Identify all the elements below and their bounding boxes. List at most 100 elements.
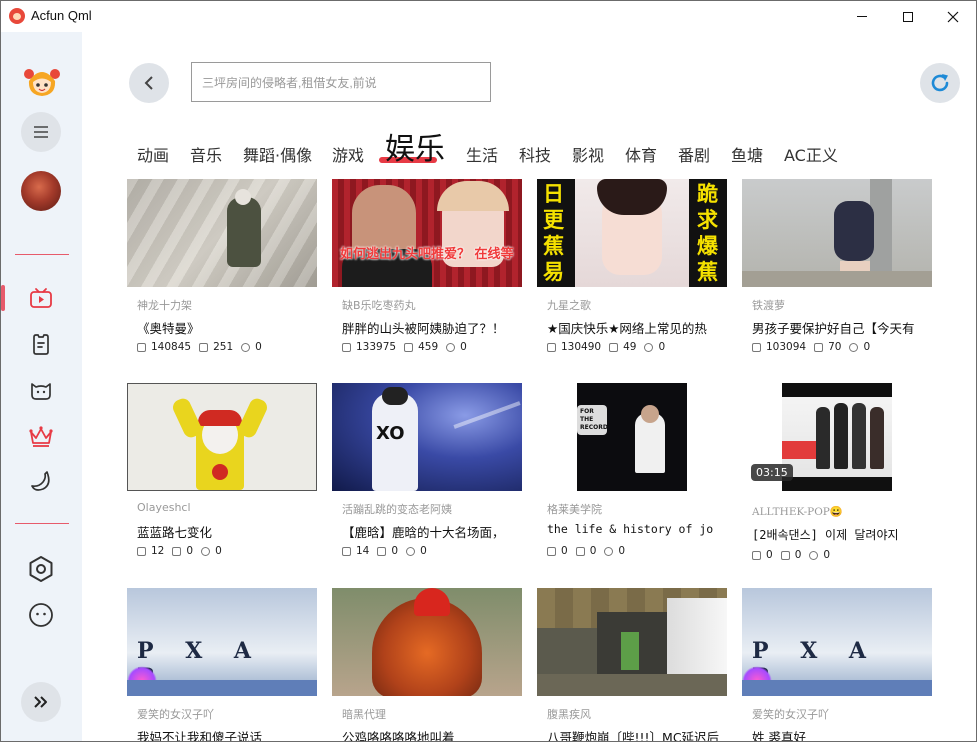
sidebar-item-bananas[interactable] <box>21 461 61 501</box>
minimize-button[interactable] <box>839 1 885 32</box>
views-icon <box>137 546 146 556</box>
sidebar-item-videos[interactable] <box>21 278 61 318</box>
video-card[interactable]: P X A R 爱笑的女汉子吖 姓 裘真好 <box>742 588 932 741</box>
video-card[interactable]: 腹黑疾风 八哥鞭炮崩〔哔!!!〕MC延迟后 <box>537 588 727 741</box>
views-icon <box>137 342 146 352</box>
video-thumbnail: XO <box>332 383 522 491</box>
tab-life[interactable]: 生活 <box>466 142 498 166</box>
views-count: 130490 <box>561 341 602 353</box>
video-title[interactable]: 姓 裘真好 <box>752 727 924 741</box>
tab-sports[interactable]: 体育 <box>625 142 657 166</box>
maximize-button[interactable] <box>885 1 931 32</box>
video-title[interactable]: 【鹿晗】鹿晗的十大名场面， <box>342 522 514 541</box>
chevron-left-icon <box>144 76 153 90</box>
menu-icon <box>34 126 48 138</box>
video-title[interactable]: ★国庆快乐★网络上常见的热 <box>547 318 719 337</box>
expand-sidebar-button[interactable] <box>21 682 61 722</box>
tab-music[interactable]: 音乐 <box>190 142 222 166</box>
video-uploader[interactable]: 爱笑的女汉子吖 <box>137 706 214 722</box>
views-count: 103094 <box>766 341 807 353</box>
comments-icon <box>814 342 824 352</box>
acfun-mascot-icon <box>24 69 60 96</box>
comments-count: 0 <box>589 545 597 557</box>
video-card[interactable]: XO 活蹦乱跳的变态老阿姨 【鹿晗】鹿晗的十大名场面， 14 0 0 <box>332 383 522 557</box>
video-card[interactable]: 铁渡萝 男孩子要保护好自己【今天有 103094 70 0 <box>742 179 932 353</box>
video-uploader[interactable]: 活蹦乱跳的变态老阿姨 <box>342 501 452 517</box>
video-uploader[interactable]: 神龙十力架 <box>137 297 192 313</box>
video-card[interactable]: 03:15 ALLTHEK-POP😀 [2배속댄스] 이제 달려야지 0 0 0 <box>742 383 932 561</box>
comments-count: 0 <box>186 545 194 557</box>
video-thumbnail: 日更蕉易 跪求爆蕉 <box>537 179 727 287</box>
cat-icon <box>31 383 51 400</box>
tab-entertainment[interactable]: 娱乐 <box>385 124 445 168</box>
video-uploader[interactable]: 铁渡萝 <box>752 297 785 313</box>
video-uploader[interactable]: 缺B乐吃枣药丸 <box>342 297 416 313</box>
video-title[interactable]: 男孩子要保护好自己【今天有 <box>752 318 924 337</box>
banana-count: 0 <box>658 341 666 353</box>
video-uploader[interactable]: 暗黑代理 <box>342 706 386 722</box>
video-card[interactable]: Olayeshcl 蓝蓝路七变化 12 0 0 <box>127 383 317 557</box>
tab-games[interactable]: 游戏 <box>332 142 364 166</box>
sidebar-item-ranking[interactable] <box>21 416 61 456</box>
video-title[interactable]: 蓝蓝路七变化 <box>137 522 309 541</box>
back-button[interactable] <box>129 63 169 103</box>
video-title[interactable]: the life & history of jo <box>547 522 719 536</box>
sidebar-item-articles[interactable] <box>21 324 61 364</box>
video-uploader[interactable]: Olayeshcl <box>137 501 191 514</box>
video-uploader[interactable]: ALLTHEK-POP😀 <box>752 505 843 518</box>
close-button[interactable] <box>930 1 976 32</box>
video-title[interactable]: 公鸡咯咯咯咯地叫着 <box>342 727 514 741</box>
tab-dance[interactable]: 舞蹈·偶像 <box>243 142 312 166</box>
views-icon <box>342 546 351 556</box>
banana-icon <box>31 471 50 491</box>
video-uploader[interactable]: 九星之歌 <box>547 297 591 313</box>
video-thumbnail: 如何逃出九头吧推爱？ 在线等 <box>332 179 522 287</box>
refresh-button[interactable] <box>920 63 960 103</box>
settings-button[interactable] <box>21 549 61 589</box>
window-title: Acfun Qml <box>31 8 92 23</box>
main-content: 三坪房间的侵略者,租借女友,前说 动画 音乐 舞蹈·偶像 游戏 娱乐 生活 科技… <box>82 32 976 741</box>
video-card[interactable]: 暗黑代理 公鸡咯咯咯咯地叫着 <box>332 588 522 741</box>
video-title[interactable]: 八哥鞭炮崩〔哔!!!〕MC延迟后 <box>547 727 719 741</box>
tab-fishpond[interactable]: 鱼塘 <box>731 142 763 166</box>
video-uploader[interactable]: 爱笑的女汉子吖 <box>752 706 829 722</box>
user-avatar[interactable] <box>21 171 61 211</box>
tab-bangumi[interactable]: 番剧 <box>678 142 710 166</box>
tab-movies[interactable]: 影视 <box>572 142 604 166</box>
banana-count-icon <box>446 342 456 352</box>
thumbnail-caption-left: 日更蕉易 <box>543 182 564 284</box>
app-window: Acfun Qml 三坪房间的侵略者,租借女友,前说 动画 音乐 舞蹈·偶像 游… <box>0 0 977 742</box>
sidebar-item-follow[interactable] <box>21 370 61 410</box>
tab-animation[interactable]: 动画 <box>137 142 169 166</box>
comments-icon <box>404 342 414 352</box>
about-button[interactable] <box>21 595 61 635</box>
video-uploader[interactable]: 格莱美学院 <box>547 501 602 517</box>
banana-count: 0 <box>255 341 262 353</box>
menu-button[interactable] <box>21 112 61 152</box>
tab-ac-justice[interactable]: AC正义 <box>784 142 838 166</box>
video-title[interactable]: 胖胖的山头被阿姨胁迫了？！ <box>342 318 514 337</box>
video-card[interactable]: P X A R 爱笑的女汉子吖 我妈不让我和傻子说话 <box>127 588 317 741</box>
views-count: 14 <box>356 545 370 557</box>
banana-count: 0 <box>823 549 831 561</box>
video-thumbnail <box>537 588 727 696</box>
video-title[interactable]: 《奥特曼》 <box>137 318 309 337</box>
app-logo-icon <box>9 8 25 24</box>
video-stats: 14 0 0 <box>342 545 427 557</box>
video-uploader[interactable]: 腹黑疾风 <box>547 706 591 722</box>
video-title[interactable]: 我妈不让我和傻子说话 <box>137 727 309 741</box>
video-title[interactable]: [2배속댄스] 이제 달려야지 <box>752 526 924 543</box>
video-card[interactable]: FOR THE RECORD 格莱美学院 the life & history … <box>537 383 727 557</box>
banana-count-icon <box>406 546 416 556</box>
video-card[interactable]: 如何逃出九头吧推爱？ 在线等 缺B乐吃枣药丸 胖胖的山头被阿姨胁迫了？！ 133… <box>332 179 522 353</box>
comments-count: 251 <box>213 341 234 353</box>
search-input[interactable]: 三坪房间的侵略者,租借女友,前说 <box>191 62 491 102</box>
thumbnail-caption: FOR THE RECORD <box>577 405 607 435</box>
video-card[interactable]: 神龙十力架 《奥特曼》 140845 251 0 <box>127 179 317 353</box>
tab-tech[interactable]: 科技 <box>519 142 551 166</box>
crown-icon <box>29 426 53 447</box>
video-thumbnail: P X A R <box>742 588 932 696</box>
video-thumbnail: P X A R <box>127 588 317 696</box>
video-card[interactable]: 日更蕉易 跪求爆蕉 九星之歌 ★国庆快乐★网络上常见的热 130490 49 0 <box>537 179 727 353</box>
video-stats: 0 0 0 <box>547 545 625 557</box>
